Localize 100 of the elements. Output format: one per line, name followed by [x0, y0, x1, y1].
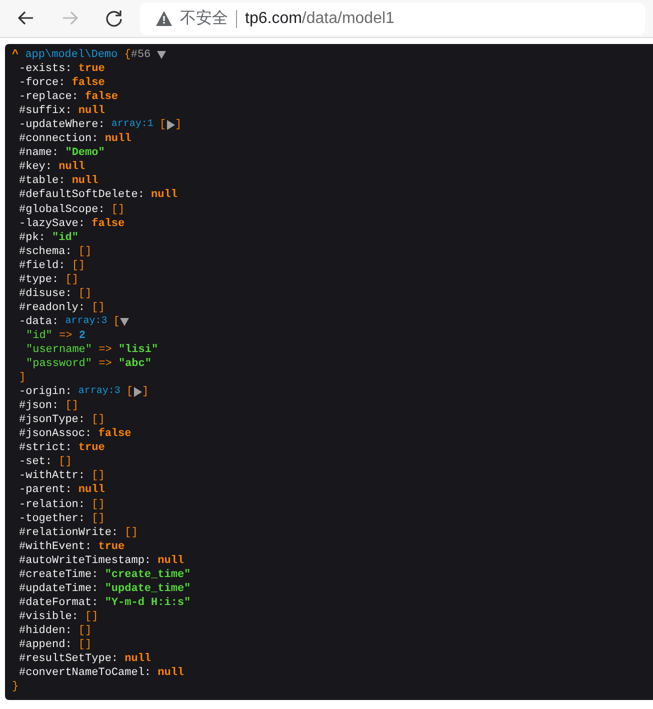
property-name: #disuse:: [19, 286, 73, 301]
property-name: -lazySave:: [19, 216, 86, 231]
property-name: #type:: [19, 272, 60, 287]
property-name: #key:: [19, 160, 54, 174]
empty-array: []: [92, 413, 105, 428]
array-key: "password": [26, 357, 99, 372]
property-value: null: [78, 104, 105, 118]
property-name: #field:: [19, 258, 66, 273]
property-name: #autoWriteTimestamp:: [19, 554, 152, 568]
property-name: #globalScope:: [19, 202, 106, 217]
collapse-toggle-icon[interactable]: [157, 50, 166, 60]
empty-array: []: [78, 638, 92, 652]
property-name: #connection:: [19, 132, 100, 146]
property-name: #append:: [19, 638, 73, 652]
array-key: "id": [26, 328, 60, 343]
empty-array: []: [92, 469, 105, 484]
property-name: #jsonType:: [19, 413, 86, 428]
property-value: true: [78, 441, 105, 456]
property-name: -relation:: [19, 498, 86, 512]
string-value: "create_time": [104, 568, 191, 582]
property-name: #visible:: [19, 610, 80, 624]
warning-icon: [156, 11, 172, 26]
empty-array: []: [78, 286, 92, 301]
property-name: #defaultSoftDelete:: [19, 188, 146, 203]
empty-array: []: [65, 272, 78, 287]
property-name: #updateTime:: [19, 582, 100, 596]
empty-array: []: [92, 300, 105, 315]
bracket: [: [159, 118, 166, 132]
brace: {: [124, 48, 131, 62]
property-name: -replace:: [19, 90, 80, 104]
bracket: [: [113, 314, 120, 329]
string-value: "update_time": [104, 582, 191, 596]
property-value: true: [78, 62, 105, 76]
reload-icon: [104, 8, 124, 28]
property-name: #hidden:: [19, 624, 73, 638]
string-value: "lisi": [118, 342, 158, 358]
empty-array: []: [58, 455, 72, 470]
empty-array: []: [65, 399, 78, 414]
property-name: #convertNameToCamel:: [19, 666, 152, 680]
bracket: [: [126, 385, 134, 400]
array-count: array:1: [111, 118, 154, 132]
property-name: #createTime:: [19, 568, 100, 582]
expand-toggle-icon[interactable]: [133, 387, 142, 398]
property-name: -set:: [19, 455, 54, 470]
property-name: -parent:: [19, 483, 73, 498]
property-name: #table:: [19, 174, 66, 188]
expand-toggle-icon[interactable]: [166, 120, 176, 130]
class-name: app\model\Demo: [25, 48, 119, 62]
property-value: null: [58, 160, 86, 174]
property-name: #dateFormat:: [19, 596, 100, 610]
property-value: null: [104, 132, 132, 146]
property-name: -updateWhere:: [19, 118, 106, 132]
array-count: array:3: [78, 385, 122, 400]
string-value: "id": [52, 230, 78, 245]
property-value: null: [124, 652, 152, 666]
property-name: #resultSetType:: [19, 652, 120, 666]
property-value: null: [158, 554, 184, 568]
object-ref: #56: [130, 48, 152, 62]
empty-array: []: [124, 526, 138, 540]
arrow-operator: =>: [98, 342, 113, 358]
empty-array: []: [92, 498, 105, 512]
arrow-operator: =>: [98, 357, 113, 372]
property-name: #readonly:: [19, 300, 86, 315]
empty-array: []: [111, 202, 125, 217]
empty-array: []: [72, 258, 86, 273]
property-name: #json:: [19, 399, 60, 414]
collapse-toggle-icon[interactable]: [120, 316, 129, 327]
property-value: false: [85, 90, 118, 104]
bracket: ]: [142, 385, 149, 400]
property-value: null: [158, 666, 184, 680]
property-value: null: [72, 174, 98, 188]
url-text: tp6.com/data/model1: [245, 8, 394, 28]
property-value: false: [98, 427, 132, 442]
property-name: -exists:: [19, 62, 72, 76]
empty-array: []: [78, 244, 92, 259]
property-value: false: [72, 76, 105, 90]
property-name: #relationWrite:: [19, 526, 120, 540]
empty-array: []: [85, 610, 98, 624]
string-value: "abc": [118, 357, 152, 372]
property-value: null: [151, 188, 178, 203]
property-name: #pk:: [19, 230, 46, 245]
address-bar[interactable]: 不安全 tp6.com/data/model1: [140, 2, 645, 34]
array-key: "username": [26, 342, 99, 358]
property-name: -origin:: [19, 385, 73, 400]
property-name: -data:: [19, 314, 60, 329]
property-name: -force:: [19, 76, 66, 90]
arrow-operator: =>: [59, 328, 74, 343]
property-name: #withEvent:: [19, 540, 93, 554]
property-name: #name:: [19, 146, 60, 160]
property-name: #suffix:: [19, 104, 73, 118]
property-value: null: [78, 483, 105, 498]
property-name: -together:: [19, 512, 86, 526]
property-name: #jsonAssoc:: [19, 427, 93, 442]
property-name: #schema:: [19, 244, 73, 259]
string-value: "Demo": [65, 146, 105, 160]
security-label: 不安全: [180, 8, 228, 28]
bracket: ]: [175, 118, 182, 132]
property-value: false: [92, 216, 125, 231]
property-value: true: [98, 540, 125, 554]
empty-array: []: [78, 624, 92, 638]
